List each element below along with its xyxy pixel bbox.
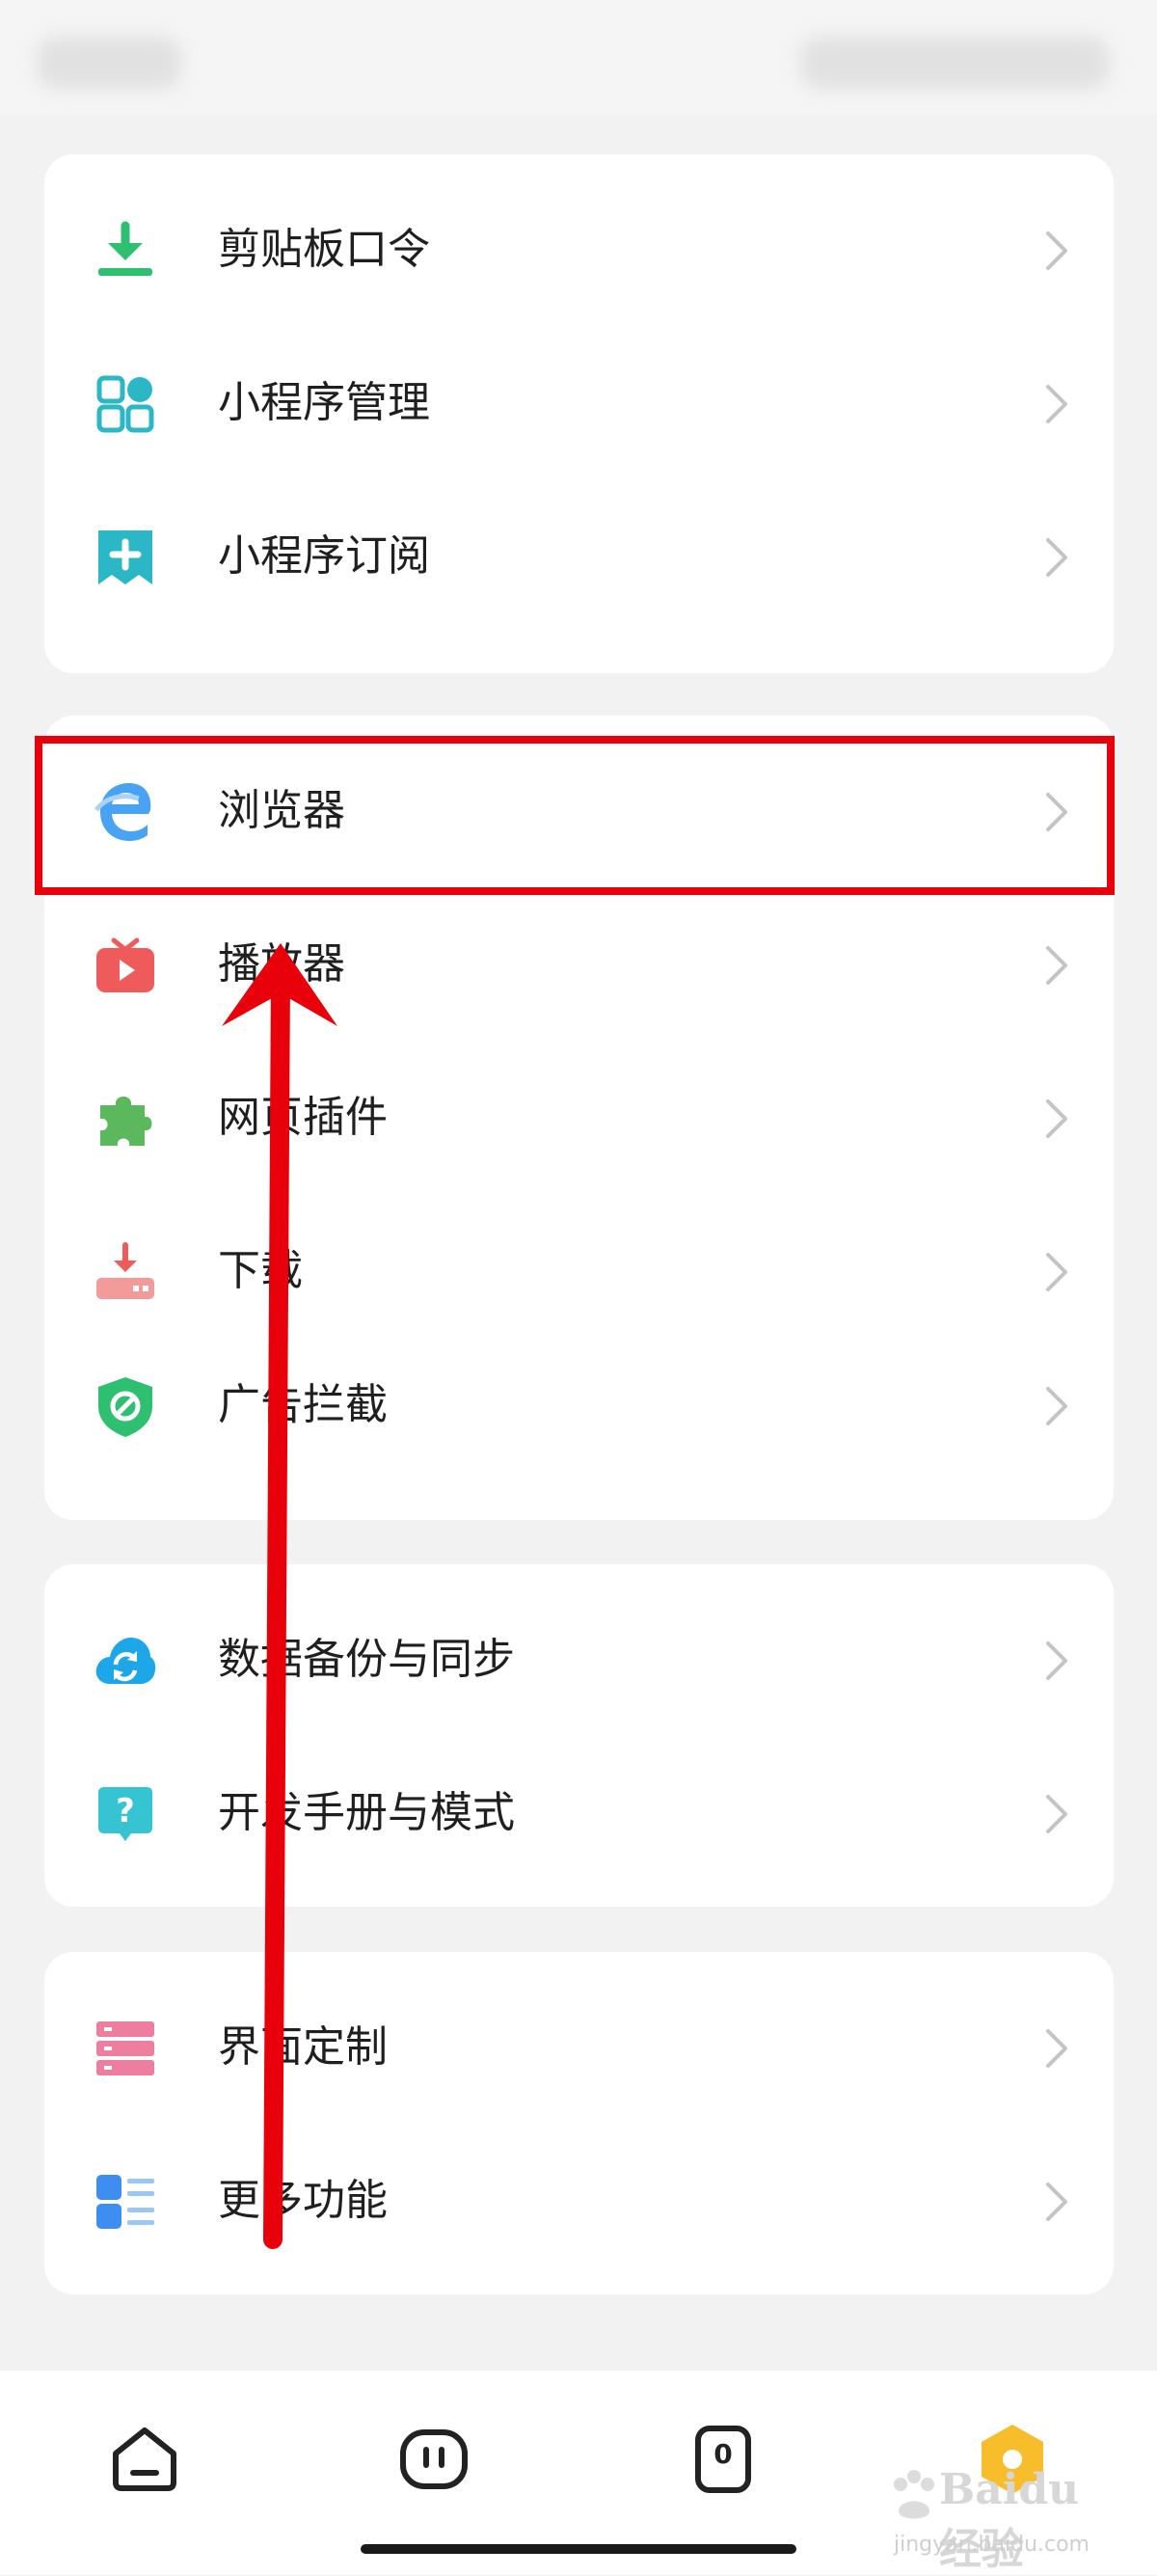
chevron-right-icon — [1042, 944, 1071, 987]
puzzle-icon — [94, 1088, 156, 1150]
menu-item-mini-program-subscribe[interactable]: 小程序订阅 — [44, 484, 1114, 629]
svg-text:?: ? — [116, 1792, 135, 1830]
settings-card-data: 数据备份与同步 ? 开发手册与模式 — [44, 1564, 1114, 1907]
chevron-right-icon — [1042, 1640, 1071, 1682]
clipboard-download-icon — [94, 220, 156, 282]
menu-item-label: 广告拦截 — [218, 1380, 388, 1429]
chevron-right-icon — [1042, 1385, 1071, 1427]
settings-card-general: 剪贴板口令 小程序管理 小程序订阅 — [44, 154, 1114, 673]
menu-item-dev-manual[interactable]: ? 开发手册与模式 — [44, 1741, 1114, 1885]
chevron-right-icon — [1042, 2181, 1071, 2223]
menu-item-download[interactable]: 下载 — [44, 1199, 1114, 1343]
layout-stack-icon — [94, 2018, 156, 2079]
home-indicator[interactable] — [361, 2544, 796, 2554]
menu-item-ad-block[interactable]: 广告拦截 — [44, 1333, 1114, 1478]
app-grid-icon — [94, 373, 156, 435]
tab-home[interactable] — [106, 2421, 183, 2498]
status-bar-left-blur — [37, 37, 181, 89]
download-tray-icon — [94, 1241, 156, 1303]
watermark-text: Baidu经验 — [939, 2465, 1080, 2574]
menu-item-label: 网页插件 — [218, 1093, 388, 1142]
highlight-box-browser — [35, 736, 1115, 895]
chevron-right-icon — [1042, 1098, 1071, 1140]
chevron-right-icon — [1042, 230, 1071, 272]
home-icon — [113, 2427, 176, 2491]
robot-face-icon — [400, 2429, 468, 2489]
status-bar-right-blur — [800, 37, 1109, 89]
menu-item-web-plugins[interactable]: 网页插件 — [44, 1045, 1114, 1190]
menu-item-clipboard-command[interactable]: 剪贴板口令 — [44, 177, 1114, 322]
shield-block-icon — [94, 1375, 156, 1437]
menu-item-more-features[interactable]: 更多功能 — [44, 2129, 1114, 2273]
tv-play-icon — [94, 935, 156, 996]
menu-item-ui-customize[interactable]: 界面定制 — [44, 1975, 1114, 2120]
menu-item-mini-program-manage[interactable]: 小程序管理 — [44, 331, 1114, 475]
menu-item-label: 播放器 — [218, 939, 345, 989]
menu-item-label: 界面定制 — [218, 2022, 388, 2072]
tab-robot[interactable] — [395, 2421, 472, 2498]
settings-card-interface: 界面定制 更多功能 — [44, 1952, 1114, 2294]
bookmark-plus-icon — [94, 527, 156, 588]
chevron-right-icon — [1042, 383, 1071, 425]
menu-item-label: 更多功能 — [218, 2176, 388, 2225]
status-bar — [0, 0, 1157, 114]
chevron-right-icon — [1042, 536, 1071, 579]
list-icon — [94, 2171, 156, 2233]
menu-item-label: 数据备份与同步 — [218, 1635, 515, 1684]
menu-item-player[interactable]: 播放器 — [44, 892, 1114, 1037]
cloud-sync-icon — [94, 1630, 156, 1692]
menu-item-label: 剪贴板口令 — [218, 225, 430, 274]
tab-windows[interactable]: 0 — [685, 2421, 762, 2498]
chevron-right-icon — [1042, 1251, 1071, 1293]
menu-item-backup-sync[interactable]: 数据备份与同步 — [44, 1587, 1114, 1732]
help-bubble-icon: ? — [94, 1783, 156, 1845]
menu-item-label: 小程序管理 — [218, 378, 430, 427]
chevron-right-icon — [1042, 2027, 1071, 2070]
watermark: Baidu经验 — [885, 2465, 1107, 2574]
menu-item-label: 开发手册与模式 — [218, 1788, 515, 1837]
tab-count-badge: 0 — [713, 2438, 733, 2470]
menu-item-label: 小程序订阅 — [218, 531, 430, 581]
menu-item-label: 下载 — [218, 1246, 303, 1295]
chevron-right-icon — [1042, 1793, 1071, 1835]
